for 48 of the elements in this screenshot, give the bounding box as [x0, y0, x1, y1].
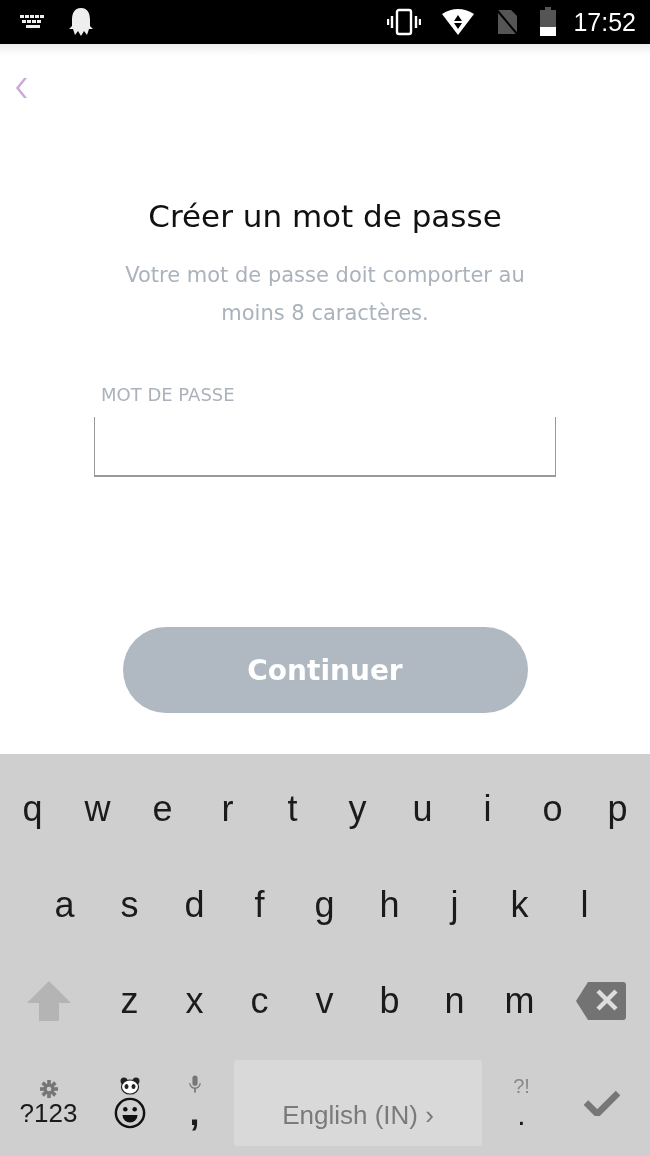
- microphone-icon: [188, 1074, 201, 1093]
- emoji-key-icon[interactable]: [113, 1096, 146, 1129]
- letter-key[interactable]: o: [542, 791, 563, 827]
- letter-key[interactable]: s: [120, 887, 139, 924]
- letter-key[interactable]: w: [84, 791, 111, 827]
- letter-key[interactable]: a: [54, 887, 75, 924]
- keyboard-icon: [20, 15, 46, 29]
- letter-key[interactable]: z: [120, 983, 139, 1020]
- letter-key[interactable]: h: [379, 887, 400, 924]
- letter-key[interactable]: r: [221, 791, 234, 827]
- instruction-text: Votre mot de passe doit comporter au moins 8 caractères.: [124, 262, 526, 327]
- battery-icon: [539, 7, 558, 37]
- comma-key[interactable]: ,: [189, 1094, 200, 1131]
- field-label: MOT DE PASSE: [101, 384, 235, 405]
- settings-icon: [39, 1079, 58, 1098]
- letter-key[interactable]: b: [379, 983, 400, 1020]
- letter-key[interactable]: q: [22, 791, 43, 827]
- punctuation-hint: ?!: [513, 1075, 530, 1099]
- ghost-icon: [68, 7, 94, 37]
- letter-key[interactable]: m: [504, 983, 535, 1020]
- letter-key[interactable]: y: [348, 791, 367, 827]
- letter-key[interactable]: i: [483, 791, 492, 827]
- letter-key[interactable]: g: [314, 887, 335, 924]
- letter-key[interactable]: v: [315, 983, 334, 1020]
- password-field[interactable]: [94, 417, 556, 477]
- no-sim-icon: [495, 8, 520, 36]
- clock-time: 17:52: [573, 7, 636, 37]
- symbols-key[interactable]: ?123: [19, 1099, 78, 1126]
- letter-key[interactable]: e: [152, 791, 173, 827]
- letter-key[interactable]: t: [287, 791, 298, 827]
- vibrate-icon: [387, 8, 422, 36]
- wifi-icon: [441, 8, 476, 36]
- letter-key[interactable]: x: [185, 983, 204, 1020]
- period-key[interactable]: .: [517, 1100, 526, 1131]
- letter-key[interactable]: l: [580, 887, 589, 924]
- letter-key[interactable]: j: [450, 887, 459, 924]
- checkmark-key-icon[interactable]: [584, 1089, 620, 1117]
- page-title: Créer un mot de passe: [148, 197, 502, 236]
- letter-key[interactable]: p: [607, 791, 628, 827]
- letter-key[interactable]: c: [250, 983, 269, 1020]
- letter-key[interactable]: n: [444, 983, 465, 1020]
- backspace-key-icon[interactable]: [576, 982, 626, 1021]
- back-chevron-icon: [16, 76, 28, 100]
- letter-key[interactable]: d: [184, 887, 205, 924]
- letter-key[interactable]: f: [254, 887, 265, 924]
- panda-icon: [119, 1076, 140, 1095]
- letter-key[interactable]: u: [412, 791, 433, 827]
- letter-key[interactable]: k: [510, 887, 529, 924]
